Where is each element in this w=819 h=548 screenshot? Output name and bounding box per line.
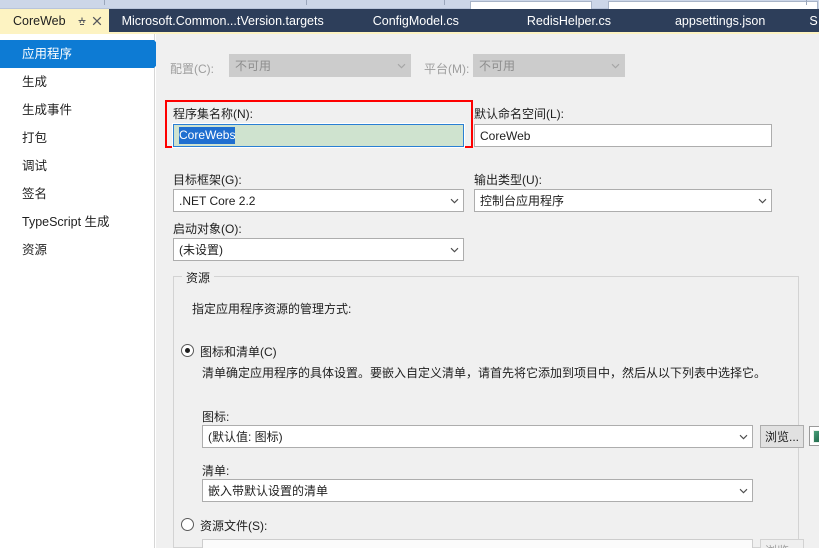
output-type-value: 控制台应用程序 bbox=[480, 194, 565, 208]
sidebar-item-label: 调试 bbox=[22, 159, 48, 173]
icon-manifest-help-text: 清单确定应用程序的具体设置。要嵌入自定义清单，请首先将它添加到项目中，然后从以下… bbox=[202, 366, 767, 380]
editor-tab-bar: CoreWeb Microsoft.Common...tVersion.targ… bbox=[0, 9, 819, 32]
startup-object-label: 启动对象(O): bbox=[173, 222, 242, 236]
chevron-down-icon bbox=[606, 55, 624, 76]
manifest-label: 清单: bbox=[202, 464, 230, 478]
radio-resource-file[interactable]: 资源文件(S): bbox=[181, 517, 267, 534]
assembly-name-label: 程序集名称(N): bbox=[173, 107, 253, 121]
pin-icon[interactable] bbox=[75, 12, 90, 29]
chevron-down-icon bbox=[392, 55, 410, 76]
radio-dot-icon bbox=[181, 344, 194, 357]
tab-label: CoreWeb bbox=[13, 13, 66, 28]
assembly-name-input[interactable]: CoreWebs bbox=[172, 123, 465, 148]
properties-sidebar: 应用程序 生成 生成事件 打包 调试 签名 TypeScript 生成 资源 bbox=[0, 34, 167, 548]
chevron-down-icon bbox=[445, 239, 463, 260]
radio-resource-file-label: 资源文件(S): bbox=[200, 519, 268, 533]
output-type-label: 输出类型(U): bbox=[474, 173, 542, 187]
assembly-name-value: CoreWebs bbox=[179, 127, 236, 144]
sidebar-item-label: 应用程序 bbox=[22, 47, 73, 61]
platform-dropdown[interactable]: 不可用 bbox=[473, 54, 625, 77]
tab-partial-s[interactable]: S bbox=[795, 9, 817, 32]
sidebar-item-resources[interactable]: 资源 bbox=[0, 236, 154, 264]
icon-browse-label: 浏览... bbox=[765, 430, 800, 444]
sidebar-item-build[interactable]: 生成 bbox=[0, 68, 154, 96]
sidebar-item-typescript-build[interactable]: TypeScript 生成 bbox=[0, 208, 154, 236]
tab-label: ConfigModel.cs bbox=[372, 13, 459, 28]
manifest-value: 嵌入带默认设置的清单 bbox=[208, 484, 329, 498]
image-preview-icon bbox=[809, 426, 819, 446]
sidebar-item-label: 生成事件 bbox=[22, 103, 73, 117]
tab-label: S bbox=[809, 13, 818, 28]
close-icon[interactable] bbox=[90, 12, 105, 29]
visual-studio-window: CoreWeb Microsoft.Common...tVersion.targ… bbox=[0, 0, 819, 548]
icon-value: (默认值: 图标) bbox=[208, 430, 283, 444]
sidebar-item-label: 打包 bbox=[22, 131, 48, 145]
application-settings-pane: 配置(C): 不可用 平台(M): 不可用 程序集名称(N): CoreWebs bbox=[156, 34, 819, 548]
target-framework-label: 目标框架(G): bbox=[173, 173, 242, 187]
resource-file-browse-label: 浏览... bbox=[765, 542, 799, 548]
resource-file-browse-button[interactable]: 浏览... bbox=[760, 539, 804, 548]
resource-file-input[interactable] bbox=[202, 539, 753, 548]
startup-object-dropdown[interactable]: (未设置) bbox=[173, 238, 464, 261]
tab-configmodel-cs[interactable]: ConfigModel.cs bbox=[337, 9, 495, 32]
default-namespace-input[interactable]: CoreWeb bbox=[474, 124, 772, 147]
default-namespace-value: CoreWeb bbox=[480, 128, 531, 143]
sidebar-item-label: 签名 bbox=[22, 187, 48, 201]
resources-group-legend: 资源 bbox=[182, 269, 215, 286]
configuration-dropdown[interactable]: 不可用 bbox=[229, 54, 411, 77]
tab-label: appsettings.json bbox=[674, 13, 766, 28]
sidebar-item-build-events[interactable]: 生成事件 bbox=[0, 96, 154, 124]
startup-object-value: (未设置) bbox=[179, 243, 223, 257]
platform-label: 平台(M): bbox=[424, 62, 470, 76]
default-namespace-label: 默认命名空间(L): bbox=[474, 107, 565, 121]
target-framework-dropdown[interactable]: .NET Core 2.2 bbox=[173, 189, 464, 212]
sidebar-item-application[interactable]: 应用程序 bbox=[0, 40, 167, 68]
target-framework-value: .NET Core 2.2 bbox=[179, 193, 256, 208]
radio-dot-icon bbox=[181, 518, 194, 531]
tab-label: Microsoft.Common...tVersion.targets bbox=[121, 13, 324, 28]
chevron-down-icon bbox=[734, 426, 752, 447]
radio-icon-and-manifest-label: 图标和清单(C) bbox=[200, 345, 277, 359]
sidebar-item-package[interactable]: 打包 bbox=[0, 124, 154, 152]
chevron-down-icon bbox=[734, 480, 752, 501]
sidebar-item-label: TypeScript 生成 bbox=[22, 215, 110, 229]
tab-label: RedisHelper.cs bbox=[526, 13, 611, 28]
icon-dropdown[interactable]: (默认值: 图标) bbox=[202, 425, 753, 448]
chevron-down-icon bbox=[753, 190, 771, 211]
output-type-dropdown[interactable]: 控制台应用程序 bbox=[474, 189, 772, 212]
tab-redishelper-cs[interactable]: RedisHelper.cs bbox=[495, 9, 643, 32]
configuration-label: 配置(C): bbox=[170, 62, 214, 76]
icon-browse-button[interactable]: 浏览... bbox=[760, 425, 804, 448]
tab-microsoft-common-targets[interactable]: Microsoft.Common...tVersion.targets bbox=[109, 9, 337, 32]
radio-icon-and-manifest[interactable]: 图标和清单(C) bbox=[181, 343, 277, 360]
tab-coreweb[interactable]: CoreWeb bbox=[0, 9, 109, 32]
icon-label: 图标: bbox=[202, 410, 230, 424]
tab-appsettings-json[interactable]: appsettings.json bbox=[643, 9, 795, 32]
sidebar-item-signing[interactable]: 签名 bbox=[0, 180, 154, 208]
resources-description: 指定应用程序资源的管理方式: bbox=[192, 302, 352, 316]
sidebar-item-debug[interactable]: 调试 bbox=[0, 152, 154, 180]
chevron-down-icon bbox=[445, 190, 463, 211]
configuration-value: 不可用 bbox=[235, 59, 272, 73]
manifest-dropdown[interactable]: 嵌入带默认设置的清单 bbox=[202, 479, 753, 502]
sidebar-item-label: 资源 bbox=[22, 243, 48, 257]
properties-designer: 应用程序 生成 生成事件 打包 调试 签名 TypeScript 生成 资源 配… bbox=[0, 34, 819, 548]
sidebar-item-label: 生成 bbox=[22, 75, 48, 89]
toolbar-strip bbox=[0, 0, 819, 9]
platform-value: 不可用 bbox=[479, 59, 516, 73]
